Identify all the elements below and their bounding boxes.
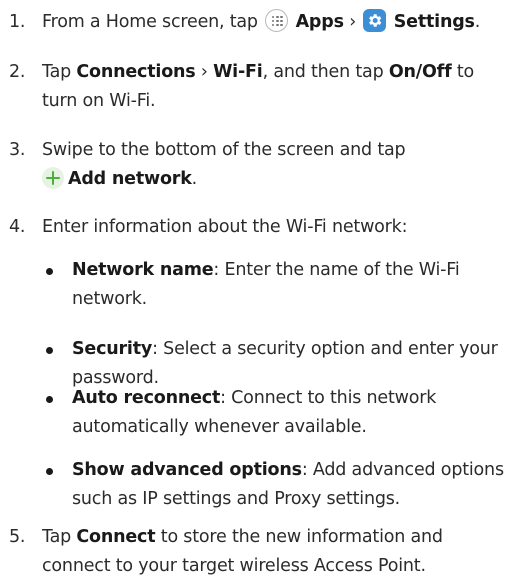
step-number: 2. bbox=[9, 62, 26, 82]
bullet-term: Security bbox=[72, 339, 153, 359]
onoff-label: On/Off bbox=[388, 62, 452, 82]
bullet-dot bbox=[46, 468, 53, 475]
wifi-label: Wi-Fi bbox=[213, 62, 263, 82]
apps-grid-icon bbox=[265, 9, 289, 32]
plus-icon bbox=[42, 166, 64, 189]
connections-label: Connections bbox=[76, 62, 196, 82]
step-number: 1. bbox=[9, 12, 26, 32]
step-text: Tap Connections › Wi-Fi, and then tap On… bbox=[42, 62, 475, 111]
settings-gear-icon bbox=[363, 9, 387, 32]
step-text: From a Home screen, tap Apps › Settings. bbox=[42, 8, 522, 37]
bullet-dot bbox=[46, 347, 53, 354]
bullet-term: Show advanced options bbox=[72, 460, 302, 480]
settings-label: Settings bbox=[393, 12, 475, 32]
step-number: 3. bbox=[9, 140, 26, 160]
step-text: Swipe to the bottom of the screen and ta… bbox=[42, 140, 406, 189]
step-number: 5. bbox=[9, 527, 26, 547]
step-number: 4. bbox=[9, 217, 26, 237]
apps-label: Apps bbox=[295, 12, 344, 32]
bullet-dot bbox=[46, 396, 53, 403]
bullet-term: Auto reconnect bbox=[72, 388, 221, 408]
bullet-dot bbox=[46, 268, 53, 275]
add-network-label: Add network bbox=[68, 168, 192, 189]
step-text: Tap Connect to store the new information… bbox=[42, 527, 443, 576]
connect-label: Connect bbox=[76, 527, 156, 547]
instructions-document: 1. From a Home screen, tap Apps › Settin… bbox=[0, 0, 526, 583]
bullet-term: Network name bbox=[72, 260, 214, 280]
step-text: Enter information about the Wi-Fi networ… bbox=[42, 217, 408, 237]
